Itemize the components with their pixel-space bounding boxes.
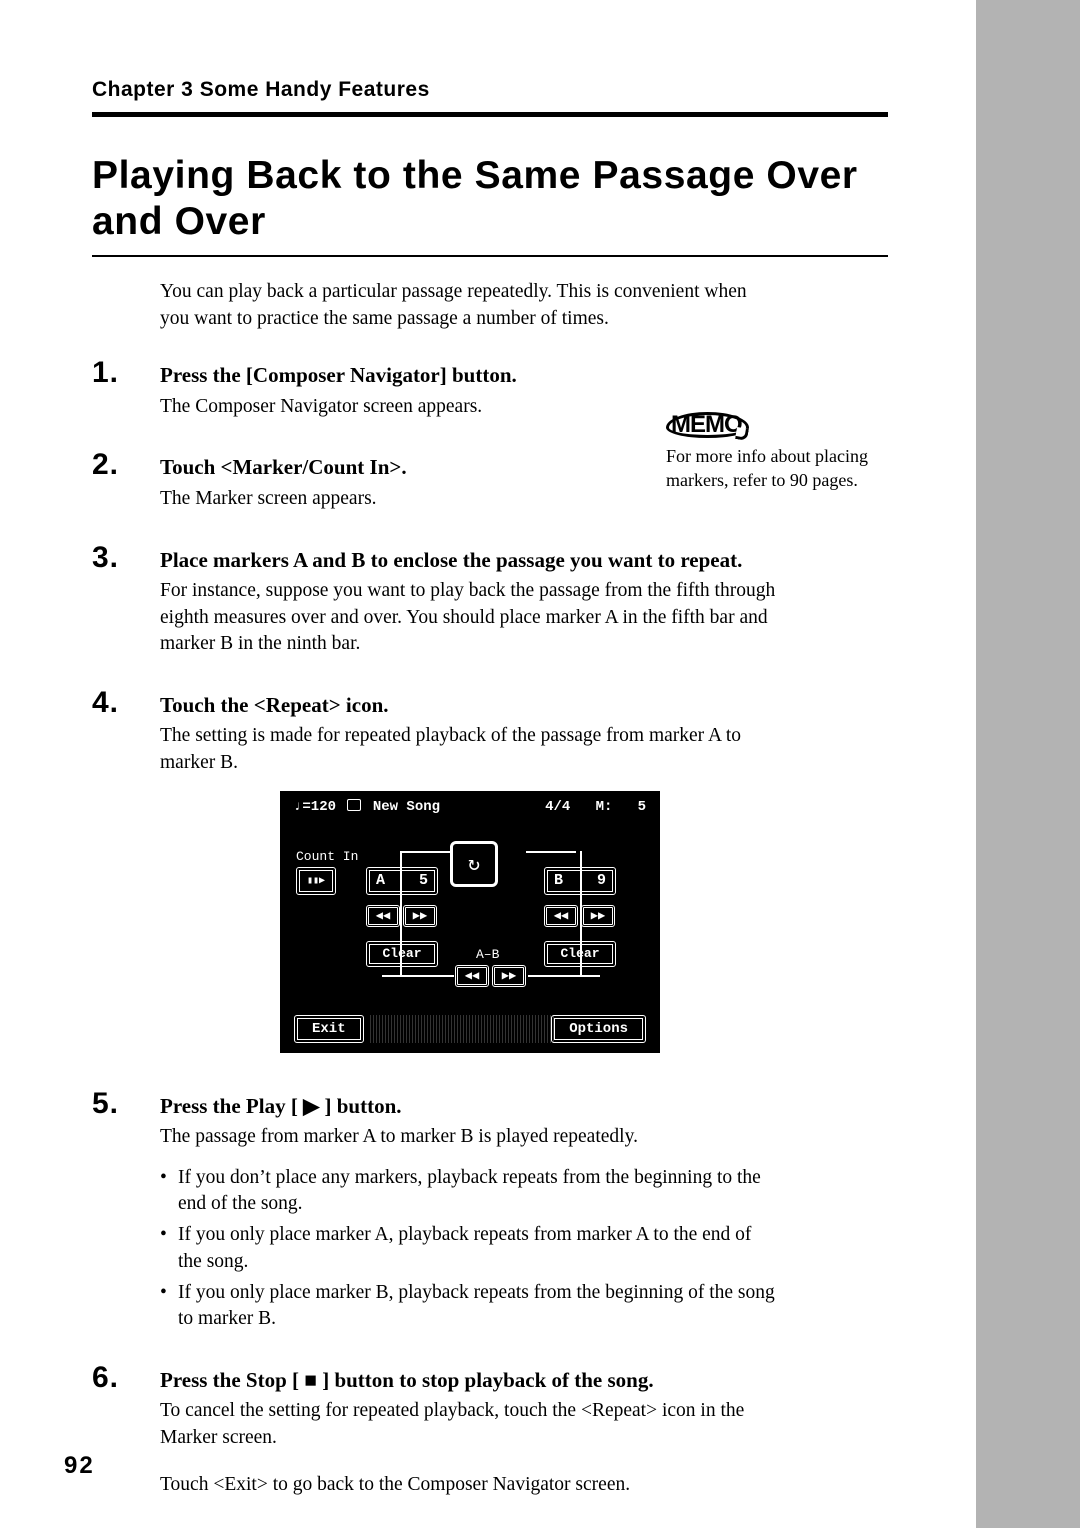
ab-next-button[interactable]: ▶▶ (492, 965, 526, 987)
marker-screen: ♩=120 New Song 4/4 M: 5 Count In ▮▮▶ (280, 791, 660, 1053)
exit-button[interactable]: Exit (294, 1015, 364, 1043)
scr-song: New Song (373, 799, 440, 815)
bullet: If you only place marker A, playback rep… (160, 1222, 780, 1275)
step-5-bullets: If you don’t place any markers, playback… (160, 1165, 780, 1333)
scr-timesig: 4/4 (545, 799, 570, 815)
step-number-1: 1. (92, 356, 160, 390)
page-number: 92 (64, 1452, 95, 1480)
memo-label: MEMO (671, 411, 742, 439)
step-number-4: 4. (92, 686, 160, 720)
step-number-6: 6. (92, 1361, 160, 1395)
marker-b-prev-button[interactable]: ◀◀ (544, 905, 578, 927)
marker-b-value: 9 (597, 872, 606, 889)
scr-topright: 4/4 M: 5 (545, 799, 646, 815)
marker-b-button[interactable]: B 9 (544, 867, 616, 895)
scr-measure: 5 (638, 799, 646, 815)
marker-b-next-button[interactable]: ▶▶ (581, 905, 615, 927)
scr-line (400, 851, 450, 853)
step-number-3: 3. (92, 541, 160, 575)
step-head-1: Press the [Composer Navigator] button. (160, 361, 780, 389)
disk-icon (347, 799, 361, 811)
step-number-2: 2. (92, 448, 160, 482)
countin-button[interactable]: ▮▮▶ (296, 867, 336, 895)
scr-tempo: ♩=120 (294, 799, 336, 815)
clear-b-button[interactable]: Clear (544, 941, 616, 967)
step-head-5: Press the Play [ ▶ ] button. (160, 1092, 780, 1120)
scr-measure-label: M: (596, 799, 613, 815)
repeat-icon-button[interactable]: ↻ (450, 841, 498, 887)
marker-b-label: B (554, 872, 563, 889)
marker-a-button[interactable]: A 5 (366, 867, 438, 895)
chapter-header: Chapter 3 Some Handy Features (92, 78, 888, 102)
step-text-6b: Touch <Exit> to go back to the Composer … (160, 1472, 780, 1499)
memo-sidebar: MEMO For more info about placing markers… (666, 412, 896, 493)
memo-balloon-icon: MEMO (666, 412, 749, 438)
intro-paragraph: You can play back a particular passage r… (160, 279, 780, 332)
memo-text: For more info about placing markers, ref… (666, 444, 896, 493)
marker-screen-figure: ♩=120 New Song 4/4 M: 5 Count In ▮▮▶ (160, 791, 780, 1053)
bullet: If you only place marker B, playback rep… (160, 1280, 780, 1333)
marker-a-next-button[interactable]: ▶▶ (403, 905, 437, 927)
step-6: 6. Press the Stop [ ■ ] button to stop p… (92, 1361, 888, 1518)
rule-thick (92, 112, 888, 117)
page-title: Playing Back to the Same Passage Over an… (92, 153, 888, 245)
step-text-6a: To cancel the setting for repeated playb… (160, 1398, 780, 1451)
step-4: 4. Touch the <Repeat> icon. The setting … (92, 686, 888, 1079)
marker-a-value: 5 (419, 872, 428, 889)
step-text-3: For instance, suppose you want to play b… (160, 578, 780, 658)
scr-line (528, 975, 600, 977)
marker-a-prev-button[interactable]: ◀◀ (366, 905, 400, 927)
step-head-3: Place markers A and B to enclose the pas… (160, 546, 780, 574)
step-5: 5. Press the Play [ ▶ ] button. The pass… (92, 1087, 888, 1353)
step-text-5: The passage from marker A to marker B is… (160, 1124, 780, 1151)
ab-label: A–B (476, 947, 499, 962)
step-3: 3. Place markers A and B to enclose the … (92, 541, 888, 678)
scr-topleft: ♩=120 New Song (294, 799, 440, 815)
rule-thin (92, 255, 888, 257)
ab-prev-button[interactable]: ◀◀ (455, 965, 489, 987)
scr-line (382, 975, 454, 977)
page-margin-gray (976, 0, 1080, 1528)
memo-icon: MEMO (666, 412, 896, 438)
step-number-5: 5. (92, 1087, 160, 1121)
scr-line (526, 851, 576, 853)
options-button[interactable]: Options (551, 1015, 646, 1043)
clear-a-button[interactable]: Clear (366, 941, 438, 967)
countin-label: Count In (296, 849, 358, 864)
marker-a-label: A (376, 872, 385, 889)
bullet: If you don’t place any markers, playback… (160, 1165, 780, 1218)
step-head-6: Press the Stop [ ■ ] button to stop play… (160, 1366, 780, 1394)
step-text-4: The setting is made for repeated playbac… (160, 723, 780, 776)
step-head-4: Touch the <Repeat> icon. (160, 691, 780, 719)
